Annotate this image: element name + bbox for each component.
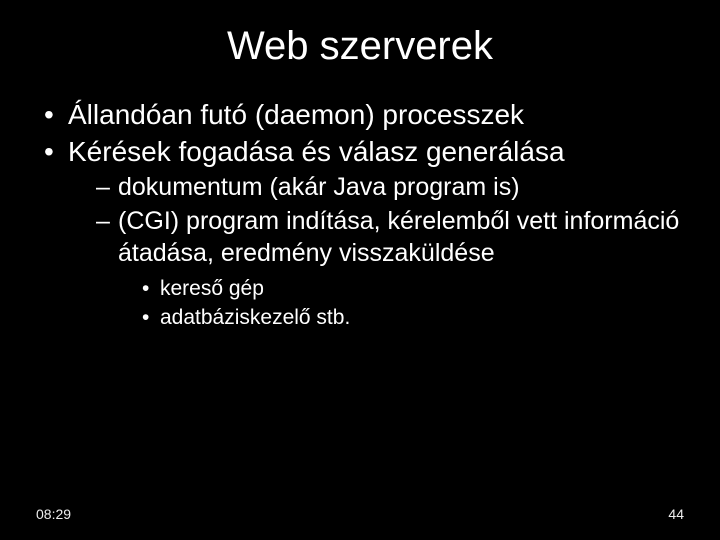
slide: Web szerverek Állandóan futó (daemon) pr…	[0, 0, 720, 540]
bullet-text: adatbáziskezelő stb.	[160, 306, 350, 329]
bullet-list-level2: dokumentum (akár Java program is) (CGI) …	[68, 171, 690, 332]
footer-page-number: 44	[668, 506, 684, 522]
bullet-list-level1: Állandóan futó (daemon) processzek Kérés…	[30, 97, 690, 332]
list-item: dokumentum (akár Java program is)	[96, 171, 690, 203]
bullet-list-level3: kereső gép adatbáziskezelő stb.	[118, 275, 690, 332]
list-item: adatbáziskezelő stb.	[142, 304, 690, 331]
slide-footer: 08:29 44	[0, 506, 720, 522]
footer-time: 08:29	[36, 506, 71, 522]
list-item: Kérések fogadása és válasz generálása do…	[40, 134, 690, 332]
bullet-text: Kérések fogadása és válasz generálása	[68, 136, 565, 167]
bullet-text: Állandóan futó (daemon) processzek	[68, 99, 524, 130]
slide-title: Web szerverek	[30, 24, 690, 69]
list-item: (CGI) program indítása, kérelemből vett …	[96, 205, 690, 332]
bullet-text: (CGI) program indítása, kérelemből vett …	[118, 207, 679, 267]
bullet-text: kereső gép	[160, 277, 264, 300]
list-item: kereső gép	[142, 275, 690, 302]
list-item: Állandóan futó (daemon) processzek	[40, 97, 690, 132]
bullet-text: dokumentum (akár Java program is)	[118, 173, 520, 201]
